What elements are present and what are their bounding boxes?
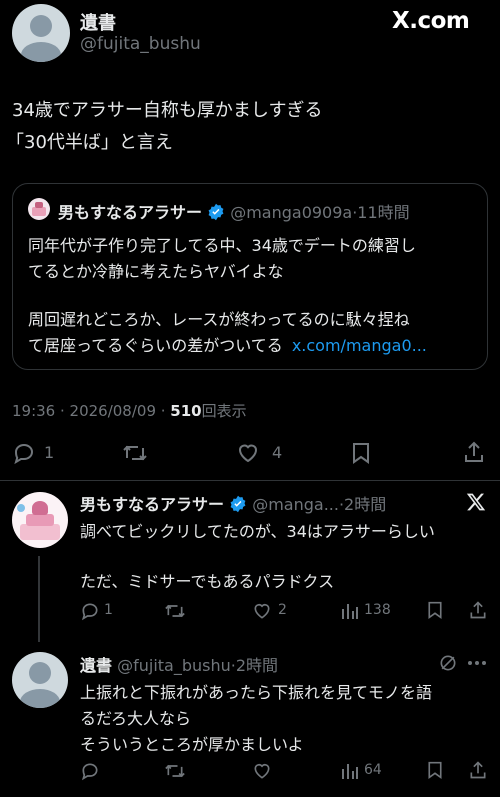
reply-icon[interactable] (80, 761, 100, 781)
quote-time: ·11時間 (352, 203, 410, 222)
reply-count: 1 (104, 602, 113, 618)
view-label: 回表示 (201, 402, 247, 420)
divider (0, 480, 500, 481)
reply-icon[interactable] (80, 601, 100, 621)
reply1-time: ·2時間 (338, 495, 387, 514)
like-count: 4 (272, 443, 283, 462)
reply-count: 1 (44, 443, 55, 462)
author-display-name[interactable]: 遺書 (80, 9, 116, 35)
bookmark-icon[interactable] (350, 441, 372, 465)
reply2-text-line: るだろ大人なら (80, 709, 192, 728)
views-icon[interactable] (340, 761, 360, 781)
reply-icon[interactable] (12, 441, 36, 465)
views-count: 138 (364, 602, 391, 618)
grok-icon[interactable] (438, 653, 458, 673)
author-avatar[interactable] (12, 4, 70, 62)
verified-badge-icon (207, 203, 225, 225)
reply1-avatar[interactable] (12, 492, 68, 548)
reply1-author-name[interactable]: 男もすなるアラサー (80, 495, 224, 514)
repost-icon[interactable] (122, 441, 148, 465)
views-icon[interactable] (340, 601, 360, 621)
quote-avatar[interactable] (28, 198, 50, 220)
repost-icon[interactable] (164, 761, 186, 781)
like-icon[interactable] (252, 601, 272, 621)
share-icon[interactable] (462, 440, 486, 464)
quote-text-line: てるとか冷静に考えたらヤバイよな (28, 262, 284, 281)
bookmark-icon[interactable] (426, 600, 444, 620)
tweet-text-line: 「30代半ば」と言え (6, 132, 173, 153)
tweet-timestamp[interactable]: 19:36 · 2026/08/09 · (12, 402, 170, 420)
quote-text-line: 周回遅れどころか、レースが終わってるのに駄々捏ね (28, 310, 410, 329)
quote-author-name[interactable]: 男もすなるアラサー (58, 203, 202, 222)
views-count: 64 (364, 762, 382, 778)
reply2-author-name[interactable]: 遺書 (80, 656, 112, 675)
view-count: 510 (170, 402, 202, 420)
tweet-text-line: 34歳でアラサー自称も厚かましすぎる (12, 100, 323, 121)
reply1-text-line: ただ、ミドサーでもあるパラドクス (80, 572, 335, 591)
like-count: 2 (278, 602, 287, 618)
x-brand-logo: X.com (392, 8, 470, 34)
reply2-avatar[interactable] (12, 652, 68, 708)
like-icon[interactable] (236, 441, 260, 465)
quote-author-handle[interactable]: @manga0909a (230, 203, 352, 222)
thread-connector-line (38, 556, 40, 642)
x-logo-icon (466, 492, 486, 512)
bookmark-icon[interactable] (426, 760, 444, 780)
author-handle[interactable]: @fujita_bushu (80, 34, 201, 54)
verified-badge-icon (229, 495, 247, 517)
reply1-text-line: 調べてビックリしてたのが、34はアラサーらしい (80, 522, 435, 541)
reply2-author-handle[interactable]: @fujita_bushu (117, 656, 231, 675)
share-icon[interactable] (468, 760, 488, 780)
repost-icon[interactable] (164, 601, 186, 621)
share-icon[interactable] (468, 600, 488, 620)
reply2-text-line: 上振れと下振れがあったら下振れを見てモノを語 (80, 683, 433, 702)
quote-text-line: て居座ってるぐらいの差がついてる (28, 336, 283, 355)
like-icon[interactable] (252, 761, 272, 781)
reply1-author-handle[interactable]: @manga... (252, 495, 339, 514)
more-options-icon[interactable] (466, 653, 488, 673)
reply2-time: ·2時間 (230, 656, 279, 675)
quote-link[interactable]: x.com/manga0... (292, 336, 427, 355)
reply2-text-line: そういうところが厚かましいよ (80, 735, 304, 754)
quote-text-line: 同年代が子作り完了してる中、34歳でデートの練習し (28, 236, 416, 255)
